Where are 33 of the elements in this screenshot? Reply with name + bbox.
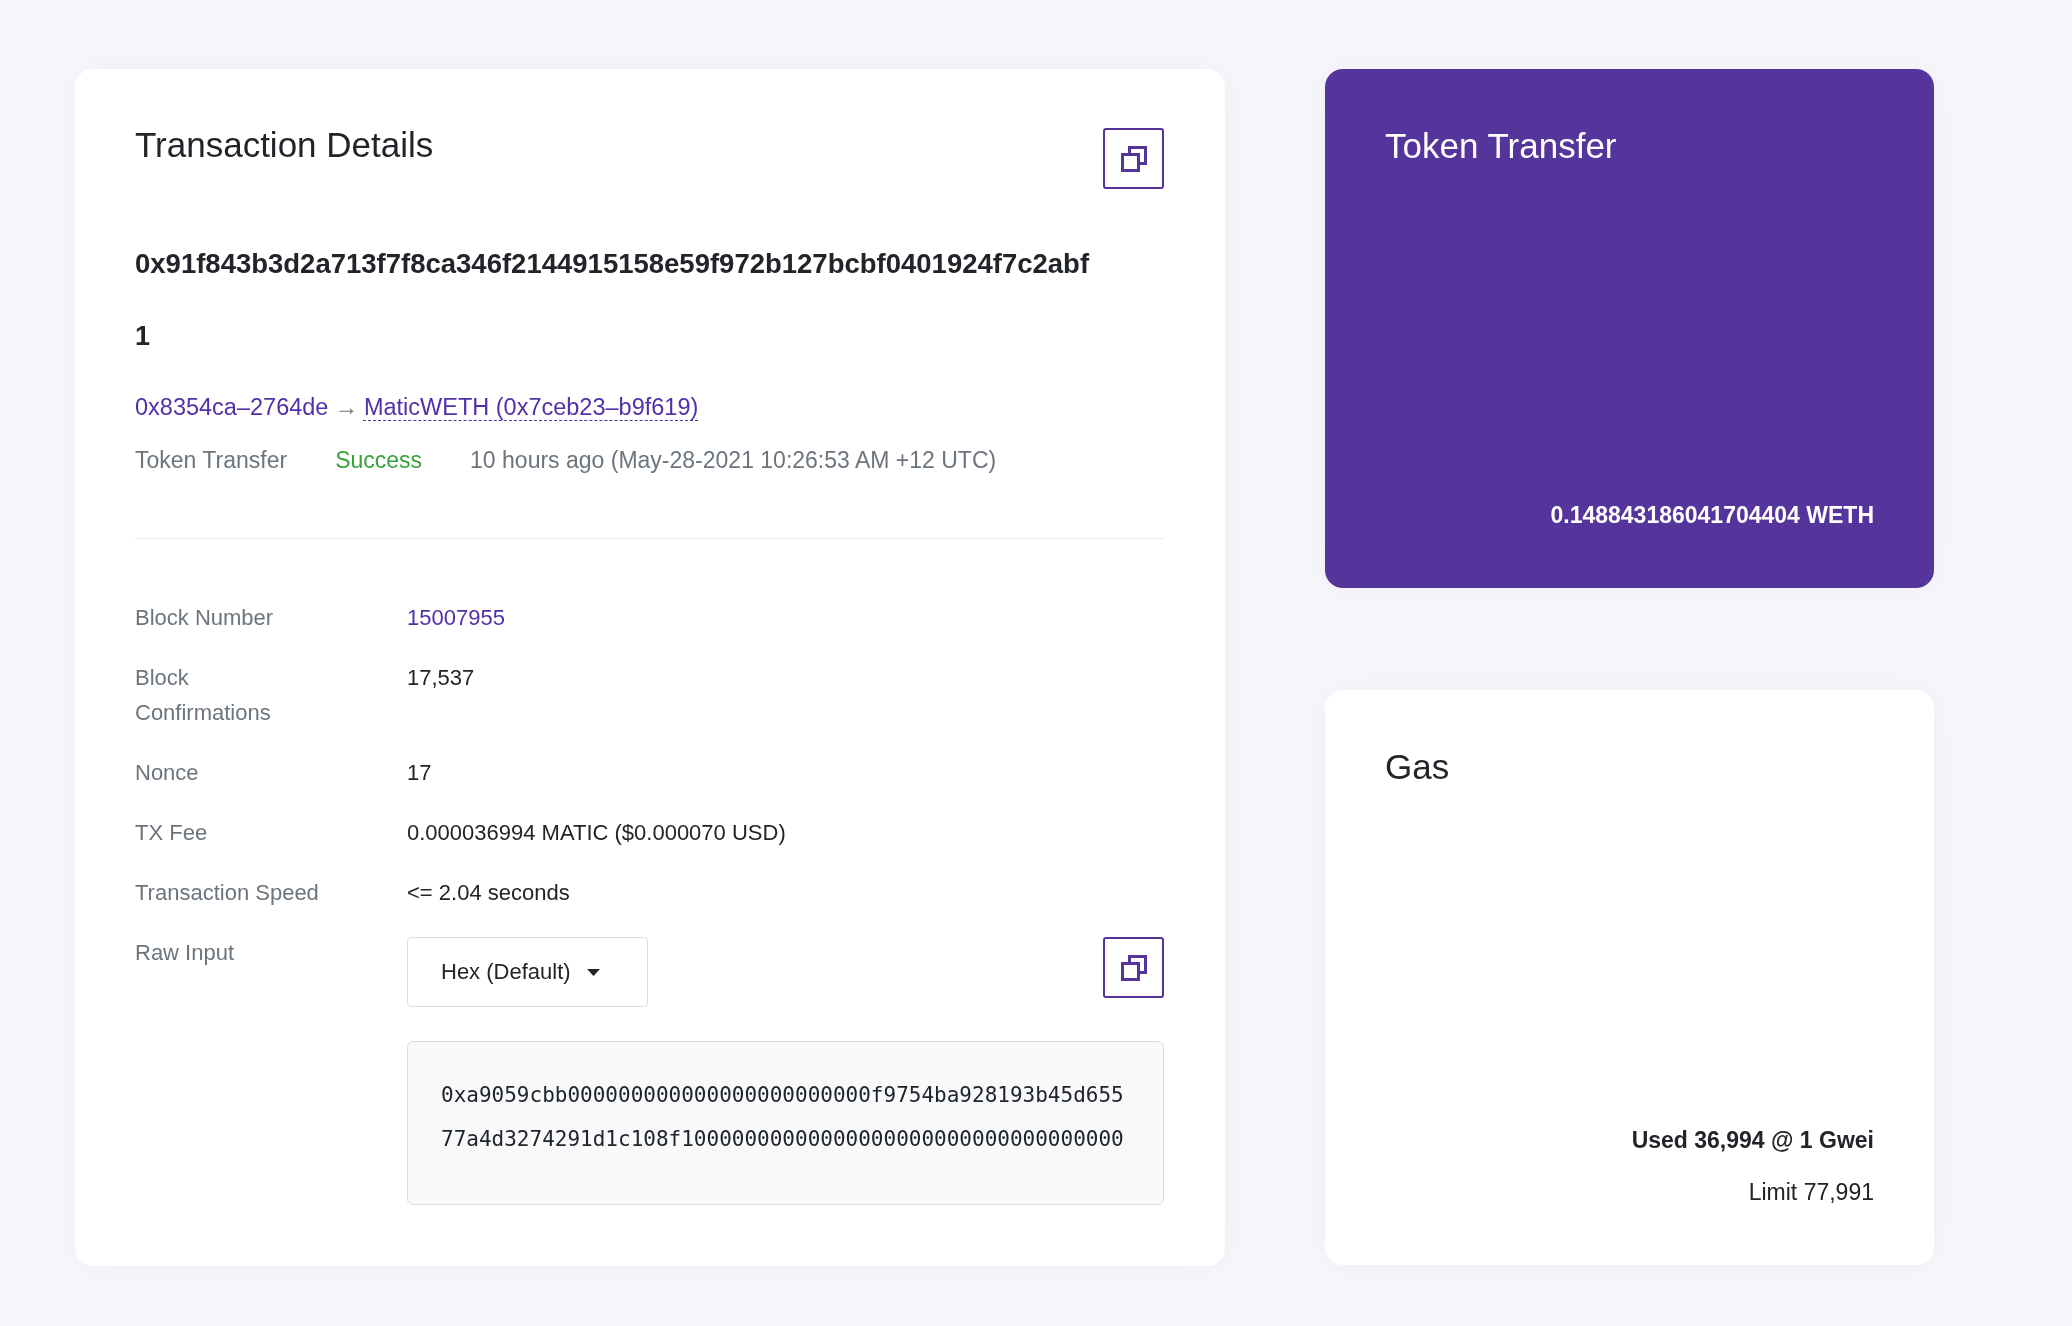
contract-link[interactable]: MaticWETH (0x7ceb23–b9f619) (363, 392, 699, 422)
code-line: 77a4d3274291d1c108f10000000000000000000000000000000000 (441, 1126, 1125, 1153)
timestamp-text: 10 hours ago (May-28-2021 10:26:53 AM +12 UTC) (470, 446, 997, 475)
format-dropdown[interactable]: Hex (Default) (407, 937, 648, 1007)
detail-label: Block Number (135, 604, 275, 632)
card-title: Token Transfer (1385, 129, 1618, 163)
card-title: Gas (1385, 750, 1451, 784)
detail-label: Transaction Speed (135, 879, 320, 907)
transaction-index: 1 (135, 320, 152, 353)
transfer-arrow: → (334, 393, 358, 422)
copy-icon (1120, 145, 1147, 172)
card-title: Transaction Details (135, 128, 434, 162)
detail-value: <= 2.04 seconds (407, 879, 571, 907)
detail-value: 17,537 (407, 664, 476, 692)
gas-limit: Limit 77,991 (1748, 1178, 1874, 1207)
transaction-hash: 0x91f843b3d2a713f7f8ca346f2144915158e59f972b127bcbf0401924f7c2abf (135, 247, 1091, 281)
detail-value: 17 (407, 759, 433, 787)
detail-label: Block Confirmations (135, 664, 272, 727)
detail-label: TX Fee (135, 819, 209, 847)
copy-icon (1120, 954, 1147, 981)
gas-used: Used 36,994 @ 1 Gwei (1631, 1126, 1874, 1155)
detail-label: Nonce (135, 759, 200, 787)
code-line: 0xa9059cbb000000000000000000000000f9754ba928193b45d655 (441, 1082, 1125, 1109)
copy-button[interactable] (1103, 937, 1164, 998)
caret-icon (586, 968, 600, 976)
detail-link[interactable]: 15007955 (407, 600, 1164, 635)
status-text: Success (335, 446, 423, 475)
sender-address-link[interactable]: 0x8354ca–2764de (135, 392, 329, 422)
detail-label: Raw Input (135, 939, 236, 967)
copy-button[interactable] (1103, 128, 1164, 189)
detail-value: 0.000036994 MATIC ($0.000070 USD) (407, 819, 787, 847)
token-amount: 0.148843186041704404 WETH (1550, 501, 1874, 530)
transaction-type: Token Transfer (135, 446, 288, 475)
